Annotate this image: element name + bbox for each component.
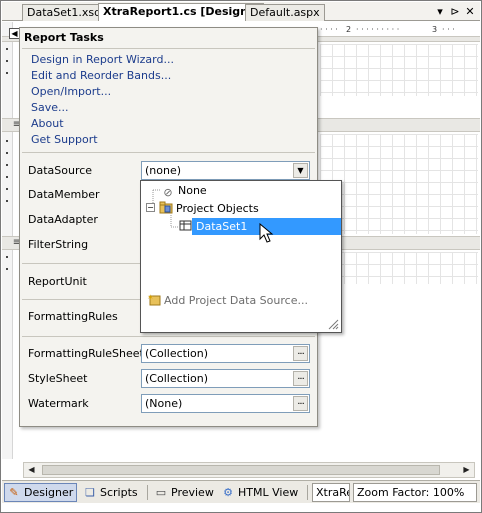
folder-icon xyxy=(159,201,173,214)
html-view-label: HTML View xyxy=(238,486,299,499)
stylesheet-label: StyleSheet xyxy=(28,372,88,385)
reportunit-label: ReportUnit xyxy=(28,275,87,288)
preview-tab-button[interactable]: ▭ Preview xyxy=(152,483,217,502)
link-save[interactable]: Save... xyxy=(31,101,69,114)
preview-icon: ▭ xyxy=(155,485,167,499)
link-design-in-report-wizard[interactable]: Design in Report Wizard... xyxy=(31,53,174,66)
document-tab-strip: DataSet1.xsd XtraReport1.cs [Design]* De… xyxy=(2,2,480,21)
add-project-data-source-link[interactable]: ✶ Add Project Data Source... xyxy=(147,293,308,307)
datasource-dropdown-popup: ⊘ None − Project Objects DataSet1 ✶ Add P… xyxy=(140,180,342,333)
svg-text:✶: ✶ xyxy=(147,293,154,302)
tab-label: DataSet1.xsd xyxy=(27,6,102,19)
stylesheet-field[interactable]: (Collection) ... xyxy=(141,369,310,388)
formattingrulesheet-field[interactable]: (Collection) ... xyxy=(141,344,310,363)
tab-list-dropdown-icon[interactable]: ▾ xyxy=(433,4,447,19)
datasource-value: (none) xyxy=(145,164,182,177)
datasource-label: DataSource xyxy=(28,164,93,177)
designer-icon: ✎ xyxy=(9,485,19,499)
add-datasource-icon: ✶ xyxy=(147,293,161,306)
chevron-down-icon[interactable]: ▼ xyxy=(293,163,308,178)
designer-tab-button[interactable]: ✎ Designer xyxy=(4,483,78,502)
stylesheet-value: (Collection) xyxy=(145,372,208,385)
scroll-right-icon[interactable]: ▶ xyxy=(459,463,474,477)
link-edit-reorder-bands[interactable]: Edit and Reorder Bands... xyxy=(31,69,171,82)
separator xyxy=(307,485,308,500)
formattingrules-label: FormattingRules xyxy=(28,310,118,323)
report-band-area[interactable] xyxy=(320,44,478,96)
tree-item-none[interactable]: ⊘ None xyxy=(161,182,207,199)
tab-xtrareport1-design[interactable]: XtraReport1.cs [Design]* xyxy=(98,3,264,21)
tree-item-label: Project Objects xyxy=(176,202,259,215)
report-designer-window: DataSet1.xsd XtraReport1.cs [Design]* De… xyxy=(0,0,482,513)
filterstring-label: FilterString xyxy=(28,238,89,251)
pin-icon[interactable]: ⊳ xyxy=(448,4,462,19)
watermark-label: Watermark xyxy=(28,397,89,410)
dataset-icon xyxy=(179,219,193,232)
watermark-value: (None) xyxy=(145,397,183,410)
horizontal-scrollbar[interactable]: ◀ ▶ xyxy=(23,462,475,478)
divider xyxy=(22,152,315,153)
separator xyxy=(147,485,148,500)
scripts-icon: ❏ xyxy=(85,485,95,499)
zoom-factor-field[interactable]: Zoom Factor: 100% xyxy=(353,483,477,502)
resize-grip-icon[interactable] xyxy=(327,318,339,330)
formattingrulesheet-label: FormattingRuleSheet xyxy=(28,347,144,360)
ruler-mark: 3 xyxy=(432,25,438,34)
view-toolbar: ✎ Designer ❏ Scripts ▭ Preview ⚙ HTML View X… xyxy=(2,480,480,503)
add-source-label: Add Project Data Source... xyxy=(164,294,308,307)
collapse-node-icon[interactable]: − xyxy=(146,203,155,212)
panel-title: Report Tasks xyxy=(24,31,104,44)
ellipsis-button-icon[interactable]: ... xyxy=(293,371,308,386)
designer-label: Designer xyxy=(24,486,74,499)
divider xyxy=(22,336,315,337)
ruler-mark: 2 xyxy=(346,25,352,34)
report-band-area[interactable] xyxy=(320,134,478,234)
scrollbar-thumb[interactable] xyxy=(42,465,440,475)
tab-label: XtraReport1.cs [Design]* xyxy=(103,5,259,18)
link-about[interactable]: About xyxy=(31,117,64,130)
formattingrulesheet-value: (Collection) xyxy=(145,347,208,360)
datasource-combobox[interactable]: (none) ▼ xyxy=(141,161,310,180)
none-icon: ⊘ xyxy=(163,186,173,199)
mouse-pointer-icon xyxy=(259,223,274,243)
report-name-field[interactable]: XtraRe xyxy=(312,483,350,502)
scripts-label: Scripts xyxy=(100,486,138,499)
tree-item-project-objects[interactable]: Project Objects xyxy=(159,200,259,217)
tree-item-dataset1[interactable]: DataSet1 xyxy=(179,218,247,235)
watermark-field[interactable]: (None) ... xyxy=(141,394,310,413)
close-tab-icon[interactable]: ✕ xyxy=(463,4,477,19)
tab-dataset1-xsd[interactable]: DataSet1.xsd xyxy=(22,4,107,21)
preview-label: Preview xyxy=(171,486,214,499)
report-band-area[interactable] xyxy=(320,252,478,284)
tree-item-label: None xyxy=(178,184,207,197)
link-open-import[interactable]: Open/Import... xyxy=(31,85,111,98)
html-view-tab-button[interactable]: ⚙ HTML View xyxy=(219,483,301,502)
ellipsis-button-icon[interactable]: ... xyxy=(293,346,308,361)
tab-label: Default.aspx xyxy=(250,6,320,19)
horizontal-ruler: · · · · 2 · · · · · · · · · 3 · · · xyxy=(320,25,455,34)
tree-item-label: DataSet1 xyxy=(196,220,248,233)
datamember-label: DataMember xyxy=(28,188,100,201)
scripts-tab-button[interactable]: ❏ Scripts xyxy=(81,483,141,502)
dataadapter-label: DataAdapter xyxy=(28,213,98,226)
html-view-icon: ⚙ xyxy=(223,485,233,499)
ellipsis-button-icon[interactable]: ... xyxy=(293,396,308,411)
tab-default-aspx[interactable]: Default.aspx xyxy=(245,4,325,21)
divider xyxy=(22,48,315,49)
scroll-left-icon[interactable]: ◀ xyxy=(24,463,39,477)
link-get-support[interactable]: Get Support xyxy=(31,133,98,146)
